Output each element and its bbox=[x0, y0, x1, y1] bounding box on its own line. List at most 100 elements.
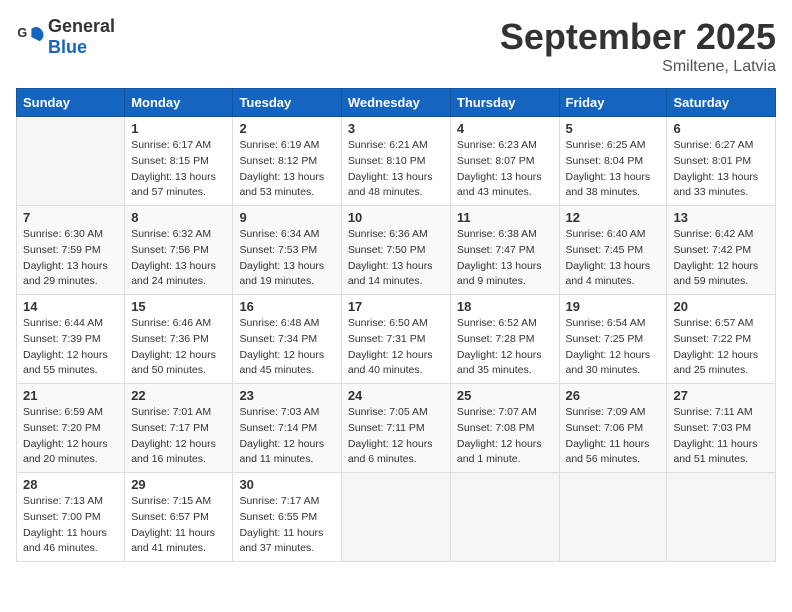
logo-icon: G bbox=[16, 23, 44, 51]
calendar-cell: 2Sunrise: 6:19 AMSunset: 8:12 PMDaylight… bbox=[233, 117, 341, 206]
calendar-cell: 6Sunrise: 6:27 AMSunset: 8:01 PMDaylight… bbox=[667, 117, 776, 206]
day-number: 19 bbox=[566, 299, 661, 314]
day-header-wednesday: Wednesday bbox=[341, 89, 450, 117]
day-number: 3 bbox=[348, 121, 444, 136]
day-info: Sunrise: 7:07 AMSunset: 7:08 PMDaylight:… bbox=[457, 405, 553, 468]
day-info: Sunrise: 6:44 AMSunset: 7:39 PMDaylight:… bbox=[23, 316, 118, 379]
day-number: 8 bbox=[131, 210, 226, 225]
calendar-cell: 1 Sunrise: 6:17 AMSunset: 8:15 PMDaylight… bbox=[125, 117, 233, 206]
day-number: 22 bbox=[131, 388, 226, 403]
logo-text-general: General bbox=[48, 16, 115, 36]
day-info: Sunrise: 6:59 AMSunset: 7:20 PMDaylight:… bbox=[23, 405, 118, 468]
day-header-friday: Friday bbox=[559, 89, 667, 117]
day-info: Sunrise: 6:57 AMSunset: 7:22 PMDaylight:… bbox=[673, 316, 769, 379]
calendar-cell: 27 Sunrise: 7:11 AMSunset: 7:03 PMDayligh… bbox=[667, 384, 776, 473]
calendar-cell: 28 Sunrise: 7:13 AMSunset: 7:00 PMDayligh… bbox=[17, 473, 125, 562]
calendar-cell: 29Sunrise: 7:15 AMSunset: 6:57 PMDayligh… bbox=[125, 473, 233, 562]
day-number: 21 bbox=[23, 388, 118, 403]
day-number: 25 bbox=[457, 388, 553, 403]
calendar-week-row: 28 Sunrise: 7:13 AMSunset: 7:00 PMDayligh… bbox=[17, 473, 776, 562]
day-number: 1 bbox=[131, 121, 226, 136]
day-info: Sunrise: 6:27 AMSunset: 8:01 PMDaylight:… bbox=[673, 138, 769, 201]
day-number: 27 bbox=[673, 388, 769, 403]
calendar-cell bbox=[17, 117, 125, 206]
day-info: Sunrise: 7:13 AMSunset: 7:00 PMDaylight:… bbox=[23, 494, 118, 557]
day-number: 13 bbox=[673, 210, 769, 225]
calendar-cell: 21 Sunrise: 6:59 AMSunset: 7:20 PMDayligh… bbox=[17, 384, 125, 473]
day-info: Sunrise: 6:40 AMSunset: 7:45 PMDaylight:… bbox=[566, 227, 661, 290]
calendar-cell: 7 Sunrise: 6:30 AMSunset: 7:59 PMDaylight… bbox=[17, 206, 125, 295]
location-title: Smiltene, Latvia bbox=[500, 58, 776, 76]
day-number: 5 bbox=[566, 121, 661, 136]
day-info: Sunrise: 6:36 AMSunset: 7:50 PMDaylight:… bbox=[348, 227, 444, 290]
day-number: 4 bbox=[457, 121, 553, 136]
day-info: Sunrise: 6:17 AMSunset: 8:15 PMDaylight:… bbox=[131, 138, 226, 201]
day-info: Sunrise: 6:30 AMSunset: 7:59 PMDaylight:… bbox=[23, 227, 118, 290]
calendar-week-row: 1 Sunrise: 6:17 AMSunset: 8:15 PMDaylight… bbox=[17, 117, 776, 206]
svg-text:G: G bbox=[17, 26, 27, 40]
day-number: 14 bbox=[23, 299, 118, 314]
calendar-cell: 5Sunrise: 6:25 AMSunset: 8:04 PMDaylight… bbox=[559, 117, 667, 206]
calendar-week-row: 14 Sunrise: 6:44 AMSunset: 7:39 PMDayligh… bbox=[17, 295, 776, 384]
day-info: Sunrise: 7:01 AMSunset: 7:17 PMDaylight:… bbox=[131, 405, 226, 468]
calendar-cell: 30 Sunrise: 7:17 AMSunset: 6:55 PMDayligh… bbox=[233, 473, 341, 562]
calendar-table: SundayMondayTuesdayWednesdayThursdayFrid… bbox=[16, 88, 776, 562]
day-number: 30 bbox=[239, 477, 334, 492]
calendar-week-row: 21 Sunrise: 6:59 AMSunset: 7:20 PMDayligh… bbox=[17, 384, 776, 473]
calendar-cell: 20 Sunrise: 6:57 AMSunset: 7:22 PMDayligh… bbox=[667, 295, 776, 384]
day-info: Sunrise: 7:05 AMSunset: 7:11 PMDaylight:… bbox=[348, 405, 444, 468]
day-info: Sunrise: 6:42 AMSunset: 7:42 PMDaylight:… bbox=[673, 227, 769, 290]
calendar-cell: 10 Sunrise: 6:36 AMSunset: 7:50 PMDayligh… bbox=[341, 206, 450, 295]
logo: G General Blue bbox=[16, 16, 115, 58]
calendar-cell bbox=[667, 473, 776, 562]
day-number: 2 bbox=[239, 121, 334, 136]
calendar-cell: 18Sunrise: 6:52 AMSunset: 7:28 PMDayligh… bbox=[450, 295, 559, 384]
calendar-cell: 11 Sunrise: 6:38 AMSunset: 7:47 PMDayligh… bbox=[450, 206, 559, 295]
calendar-cell: 24 Sunrise: 7:05 AMSunset: 7:11 PMDayligh… bbox=[341, 384, 450, 473]
calendar-cell bbox=[341, 473, 450, 562]
day-number: 11 bbox=[457, 210, 553, 225]
calendar-cell: 26Sunrise: 7:09 AMSunset: 7:06 PMDayligh… bbox=[559, 384, 667, 473]
day-number: 12 bbox=[566, 210, 661, 225]
calendar-cell: 3 Sunrise: 6:21 AMSunset: 8:10 PMDaylight… bbox=[341, 117, 450, 206]
calendar-cell: 17 Sunrise: 6:50 AMSunset: 7:31 PMDayligh… bbox=[341, 295, 450, 384]
day-number: 23 bbox=[239, 388, 334, 403]
title-block: September 2025 Smiltene, Latvia bbox=[500, 16, 776, 76]
calendar-cell: 23 Sunrise: 7:03 AMSunset: 7:14 PMDayligh… bbox=[233, 384, 341, 473]
calendar-cell: 25 Sunrise: 7:07 AMSunset: 7:08 PMDayligh… bbox=[450, 384, 559, 473]
page-header: G General Blue September 2025 Smiltene, … bbox=[16, 16, 776, 76]
day-info: Sunrise: 6:52 AMSunset: 7:28 PMDaylight:… bbox=[457, 316, 553, 379]
day-info: Sunrise: 6:48 AMSunset: 7:34 PMDaylight:… bbox=[239, 316, 334, 379]
day-info: Sunrise: 6:38 AMSunset: 7:47 PMDaylight:… bbox=[457, 227, 553, 290]
day-number: 28 bbox=[23, 477, 118, 492]
day-number: 26 bbox=[566, 388, 661, 403]
day-number: 17 bbox=[348, 299, 444, 314]
day-number: 7 bbox=[23, 210, 118, 225]
day-info: Sunrise: 7:17 AMSunset: 6:55 PMDaylight:… bbox=[239, 494, 334, 557]
calendar-cell: 19Sunrise: 6:54 AMSunset: 7:25 PMDayligh… bbox=[559, 295, 667, 384]
day-info: Sunrise: 6:21 AMSunset: 8:10 PMDaylight:… bbox=[348, 138, 444, 201]
day-info: Sunrise: 7:11 AMSunset: 7:03 PMDaylight:… bbox=[673, 405, 769, 468]
month-title: September 2025 bbox=[500, 16, 776, 58]
day-number: 20 bbox=[673, 299, 769, 314]
day-number: 15 bbox=[131, 299, 226, 314]
calendar-cell bbox=[450, 473, 559, 562]
calendar-week-row: 7 Sunrise: 6:30 AMSunset: 7:59 PMDaylight… bbox=[17, 206, 776, 295]
calendar-cell: 8Sunrise: 6:32 AMSunset: 7:56 PMDaylight… bbox=[125, 206, 233, 295]
day-info: Sunrise: 7:03 AMSunset: 7:14 PMDaylight:… bbox=[239, 405, 334, 468]
calendar-cell: 16 Sunrise: 6:48 AMSunset: 7:34 PMDayligh… bbox=[233, 295, 341, 384]
day-header-sunday: Sunday bbox=[17, 89, 125, 117]
logo-text-blue: Blue bbox=[48, 37, 87, 57]
day-number: 9 bbox=[239, 210, 334, 225]
day-header-tuesday: Tuesday bbox=[233, 89, 341, 117]
day-number: 10 bbox=[348, 210, 444, 225]
day-info: Sunrise: 6:46 AMSunset: 7:36 PMDaylight:… bbox=[131, 316, 226, 379]
calendar-cell: 15 Sunrise: 6:46 AMSunset: 7:36 PMDayligh… bbox=[125, 295, 233, 384]
day-info: Sunrise: 6:50 AMSunset: 7:31 PMDaylight:… bbox=[348, 316, 444, 379]
day-header-thursday: Thursday bbox=[450, 89, 559, 117]
calendar-cell: 9Sunrise: 6:34 AMSunset: 7:53 PMDaylight… bbox=[233, 206, 341, 295]
day-number: 16 bbox=[239, 299, 334, 314]
day-number: 24 bbox=[348, 388, 444, 403]
calendar-cell: 22 Sunrise: 7:01 AMSunset: 7:17 PMDayligh… bbox=[125, 384, 233, 473]
day-info: Sunrise: 6:23 AMSunset: 8:07 PMDaylight:… bbox=[457, 138, 553, 201]
